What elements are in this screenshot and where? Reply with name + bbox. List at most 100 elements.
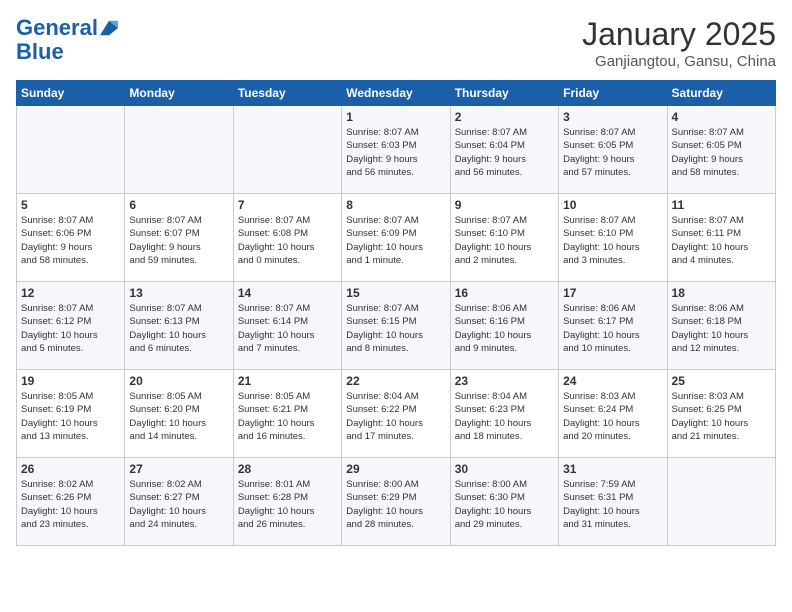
day-number: 12 xyxy=(21,286,120,300)
day-cell: 1Sunrise: 8:07 AM Sunset: 6:03 PM Daylig… xyxy=(342,106,450,194)
day-cell: 27 Sunrise: 8:02 AM Sunset: 6:27 PM Dayli… xyxy=(125,458,233,546)
weekday-header: Sunday xyxy=(17,81,125,106)
day-info: Sunrise: 8:00 AM Sunset: 6:30 PM Dayligh… xyxy=(455,478,554,531)
day-number: 20 xyxy=(129,374,228,388)
day-info: Sunrise: 8:07 AM Sunset: 6:14 PM Dayligh… xyxy=(238,302,337,355)
day-cell xyxy=(667,458,775,546)
day-info: Sunrise: 8:06 AM Sunset: 6:17 PM Dayligh… xyxy=(563,302,662,355)
week-row: 19 Sunrise: 8:05 AM Sunset: 6:19 PM Dayli… xyxy=(17,370,776,458)
calendar-table: SundayMondayTuesdayWednesdayThursdayFrid… xyxy=(16,80,776,546)
day-cell: 20 Sunrise: 8:05 AM Sunset: 6:20 PM Dayli… xyxy=(125,370,233,458)
day-cell: 14 Sunrise: 8:07 AM Sunset: 6:14 PM Dayli… xyxy=(233,282,341,370)
day-number: 17 xyxy=(563,286,662,300)
day-cell: 6Sunrise: 8:07 AM Sunset: 6:07 PM Daylig… xyxy=(125,194,233,282)
day-cell: 18Sunrise: 8:06 AM Sunset: 6:18 PM Dayli… xyxy=(667,282,775,370)
day-info: Sunrise: 8:07 AM Sunset: 6:13 PM Dayligh… xyxy=(129,302,228,355)
day-info: Sunrise: 8:07 AM Sunset: 6:06 PM Dayligh… xyxy=(21,214,120,267)
day-number: 5 xyxy=(21,198,120,212)
day-cell: 21 Sunrise: 8:05 AM Sunset: 6:21 PM Dayli… xyxy=(233,370,341,458)
day-number: 28 xyxy=(238,462,337,476)
day-info: Sunrise: 8:04 AM Sunset: 6:23 PM Dayligh… xyxy=(455,390,554,443)
day-number: 26 xyxy=(21,462,120,476)
day-number: 10 xyxy=(563,198,662,212)
day-number: 27 xyxy=(129,462,228,476)
day-number: 2 xyxy=(455,110,554,124)
day-cell: 17 Sunrise: 8:06 AM Sunset: 6:17 PM Dayli… xyxy=(559,282,667,370)
day-info: Sunrise: 8:07 AM Sunset: 6:15 PM Dayligh… xyxy=(346,302,445,355)
page-header: General Blue January 2025 Ganjiangtou, G… xyxy=(16,16,776,70)
weekday-header: Friday xyxy=(559,81,667,106)
week-row: 12Sunrise: 8:07 AM Sunset: 6:12 PM Dayli… xyxy=(17,282,776,370)
day-cell: 28 Sunrise: 8:01 AM Sunset: 6:28 PM Dayli… xyxy=(233,458,341,546)
day-info: Sunrise: 8:07 AM Sunset: 6:03 PM Dayligh… xyxy=(346,126,445,179)
day-info: Sunrise: 8:01 AM Sunset: 6:28 PM Dayligh… xyxy=(238,478,337,531)
day-cell: 19 Sunrise: 8:05 AM Sunset: 6:19 PM Dayli… xyxy=(17,370,125,458)
day-number: 18 xyxy=(672,286,771,300)
calendar-subtitle: Ganjiangtou, Gansu, China xyxy=(582,53,776,70)
day-info: Sunrise: 8:07 AM Sunset: 6:10 PM Dayligh… xyxy=(455,214,554,267)
day-info: Sunrise: 8:02 AM Sunset: 6:27 PM Dayligh… xyxy=(129,478,228,531)
day-number: 3 xyxy=(563,110,662,124)
title-block: January 2025 Ganjiangtou, Gansu, China xyxy=(582,16,776,70)
day-number: 6 xyxy=(129,198,228,212)
logo-text2: Blue xyxy=(16,40,118,64)
day-cell: 25 Sunrise: 8:03 AM Sunset: 6:25 PM Dayli… xyxy=(667,370,775,458)
day-cell: 4 Sunrise: 8:07 AM Sunset: 6:05 PM Daylig… xyxy=(667,106,775,194)
day-cell: 11Sunrise: 8:07 AM Sunset: 6:11 PM Dayli… xyxy=(667,194,775,282)
logo-text: General xyxy=(16,16,98,40)
weekday-header-row: SundayMondayTuesdayWednesdayThursdayFrid… xyxy=(17,81,776,106)
day-cell: 7Sunrise: 8:07 AM Sunset: 6:08 PM Daylig… xyxy=(233,194,341,282)
weekday-header: Monday xyxy=(125,81,233,106)
day-cell: 15 Sunrise: 8:07 AM Sunset: 6:15 PM Dayli… xyxy=(342,282,450,370)
day-cell: 31Sunrise: 7:59 AM Sunset: 6:31 PM Dayli… xyxy=(559,458,667,546)
day-cell: 29 Sunrise: 8:00 AM Sunset: 6:29 PM Dayli… xyxy=(342,458,450,546)
day-number: 11 xyxy=(672,198,771,212)
logo-icon xyxy=(100,19,118,37)
day-cell: 10 Sunrise: 8:07 AM Sunset: 6:10 PM Dayli… xyxy=(559,194,667,282)
day-info: Sunrise: 8:05 AM Sunset: 6:20 PM Dayligh… xyxy=(129,390,228,443)
day-info: Sunrise: 8:00 AM Sunset: 6:29 PM Dayligh… xyxy=(346,478,445,531)
weekday-header: Thursday xyxy=(450,81,558,106)
day-number: 24 xyxy=(563,374,662,388)
day-cell: 12Sunrise: 8:07 AM Sunset: 6:12 PM Dayli… xyxy=(17,282,125,370)
day-cell: 3 Sunrise: 8:07 AM Sunset: 6:05 PM Daylig… xyxy=(559,106,667,194)
day-number: 19 xyxy=(21,374,120,388)
day-number: 29 xyxy=(346,462,445,476)
day-cell: 26 Sunrise: 8:02 AM Sunset: 6:26 PM Dayli… xyxy=(17,458,125,546)
day-info: Sunrise: 8:03 AM Sunset: 6:25 PM Dayligh… xyxy=(672,390,771,443)
day-info: Sunrise: 8:05 AM Sunset: 6:21 PM Dayligh… xyxy=(238,390,337,443)
day-info: Sunrise: 8:05 AM Sunset: 6:19 PM Dayligh… xyxy=(21,390,120,443)
day-cell: 5 Sunrise: 8:07 AM Sunset: 6:06 PM Daylig… xyxy=(17,194,125,282)
day-cell xyxy=(17,106,125,194)
day-number: 9 xyxy=(455,198,554,212)
week-row: 5 Sunrise: 8:07 AM Sunset: 6:06 PM Daylig… xyxy=(17,194,776,282)
day-cell xyxy=(233,106,341,194)
day-number: 14 xyxy=(238,286,337,300)
day-info: Sunrise: 8:07 AM Sunset: 6:04 PM Dayligh… xyxy=(455,126,554,179)
day-info: Sunrise: 8:07 AM Sunset: 6:10 PM Dayligh… xyxy=(563,214,662,267)
day-info: Sunrise: 8:07 AM Sunset: 6:09 PM Dayligh… xyxy=(346,214,445,267)
day-number: 16 xyxy=(455,286,554,300)
day-info: Sunrise: 8:02 AM Sunset: 6:26 PM Dayligh… xyxy=(21,478,120,531)
day-number: 15 xyxy=(346,286,445,300)
day-number: 23 xyxy=(455,374,554,388)
day-info: Sunrise: 8:07 AM Sunset: 6:08 PM Dayligh… xyxy=(238,214,337,267)
day-cell: 8 Sunrise: 8:07 AM Sunset: 6:09 PM Daylig… xyxy=(342,194,450,282)
logo: General Blue xyxy=(16,16,118,64)
day-number: 13 xyxy=(129,286,228,300)
day-number: 21 xyxy=(238,374,337,388)
day-cell: 30Sunrise: 8:00 AM Sunset: 6:30 PM Dayli… xyxy=(450,458,558,546)
weekday-header: Wednesday xyxy=(342,81,450,106)
day-number: 31 xyxy=(563,462,662,476)
day-info: Sunrise: 8:07 AM Sunset: 6:05 PM Dayligh… xyxy=(563,126,662,179)
day-number: 25 xyxy=(672,374,771,388)
week-row: 1Sunrise: 8:07 AM Sunset: 6:03 PM Daylig… xyxy=(17,106,776,194)
day-cell: 22Sunrise: 8:04 AM Sunset: 6:22 PM Dayli… xyxy=(342,370,450,458)
day-info: Sunrise: 8:07 AM Sunset: 6:05 PM Dayligh… xyxy=(672,126,771,179)
day-cell: 9 Sunrise: 8:07 AM Sunset: 6:10 PM Daylig… xyxy=(450,194,558,282)
day-cell: 23 Sunrise: 8:04 AM Sunset: 6:23 PM Dayli… xyxy=(450,370,558,458)
day-info: Sunrise: 8:03 AM Sunset: 6:24 PM Dayligh… xyxy=(563,390,662,443)
day-cell: 2 Sunrise: 8:07 AM Sunset: 6:04 PM Daylig… xyxy=(450,106,558,194)
day-number: 4 xyxy=(672,110,771,124)
day-number: 8 xyxy=(346,198,445,212)
